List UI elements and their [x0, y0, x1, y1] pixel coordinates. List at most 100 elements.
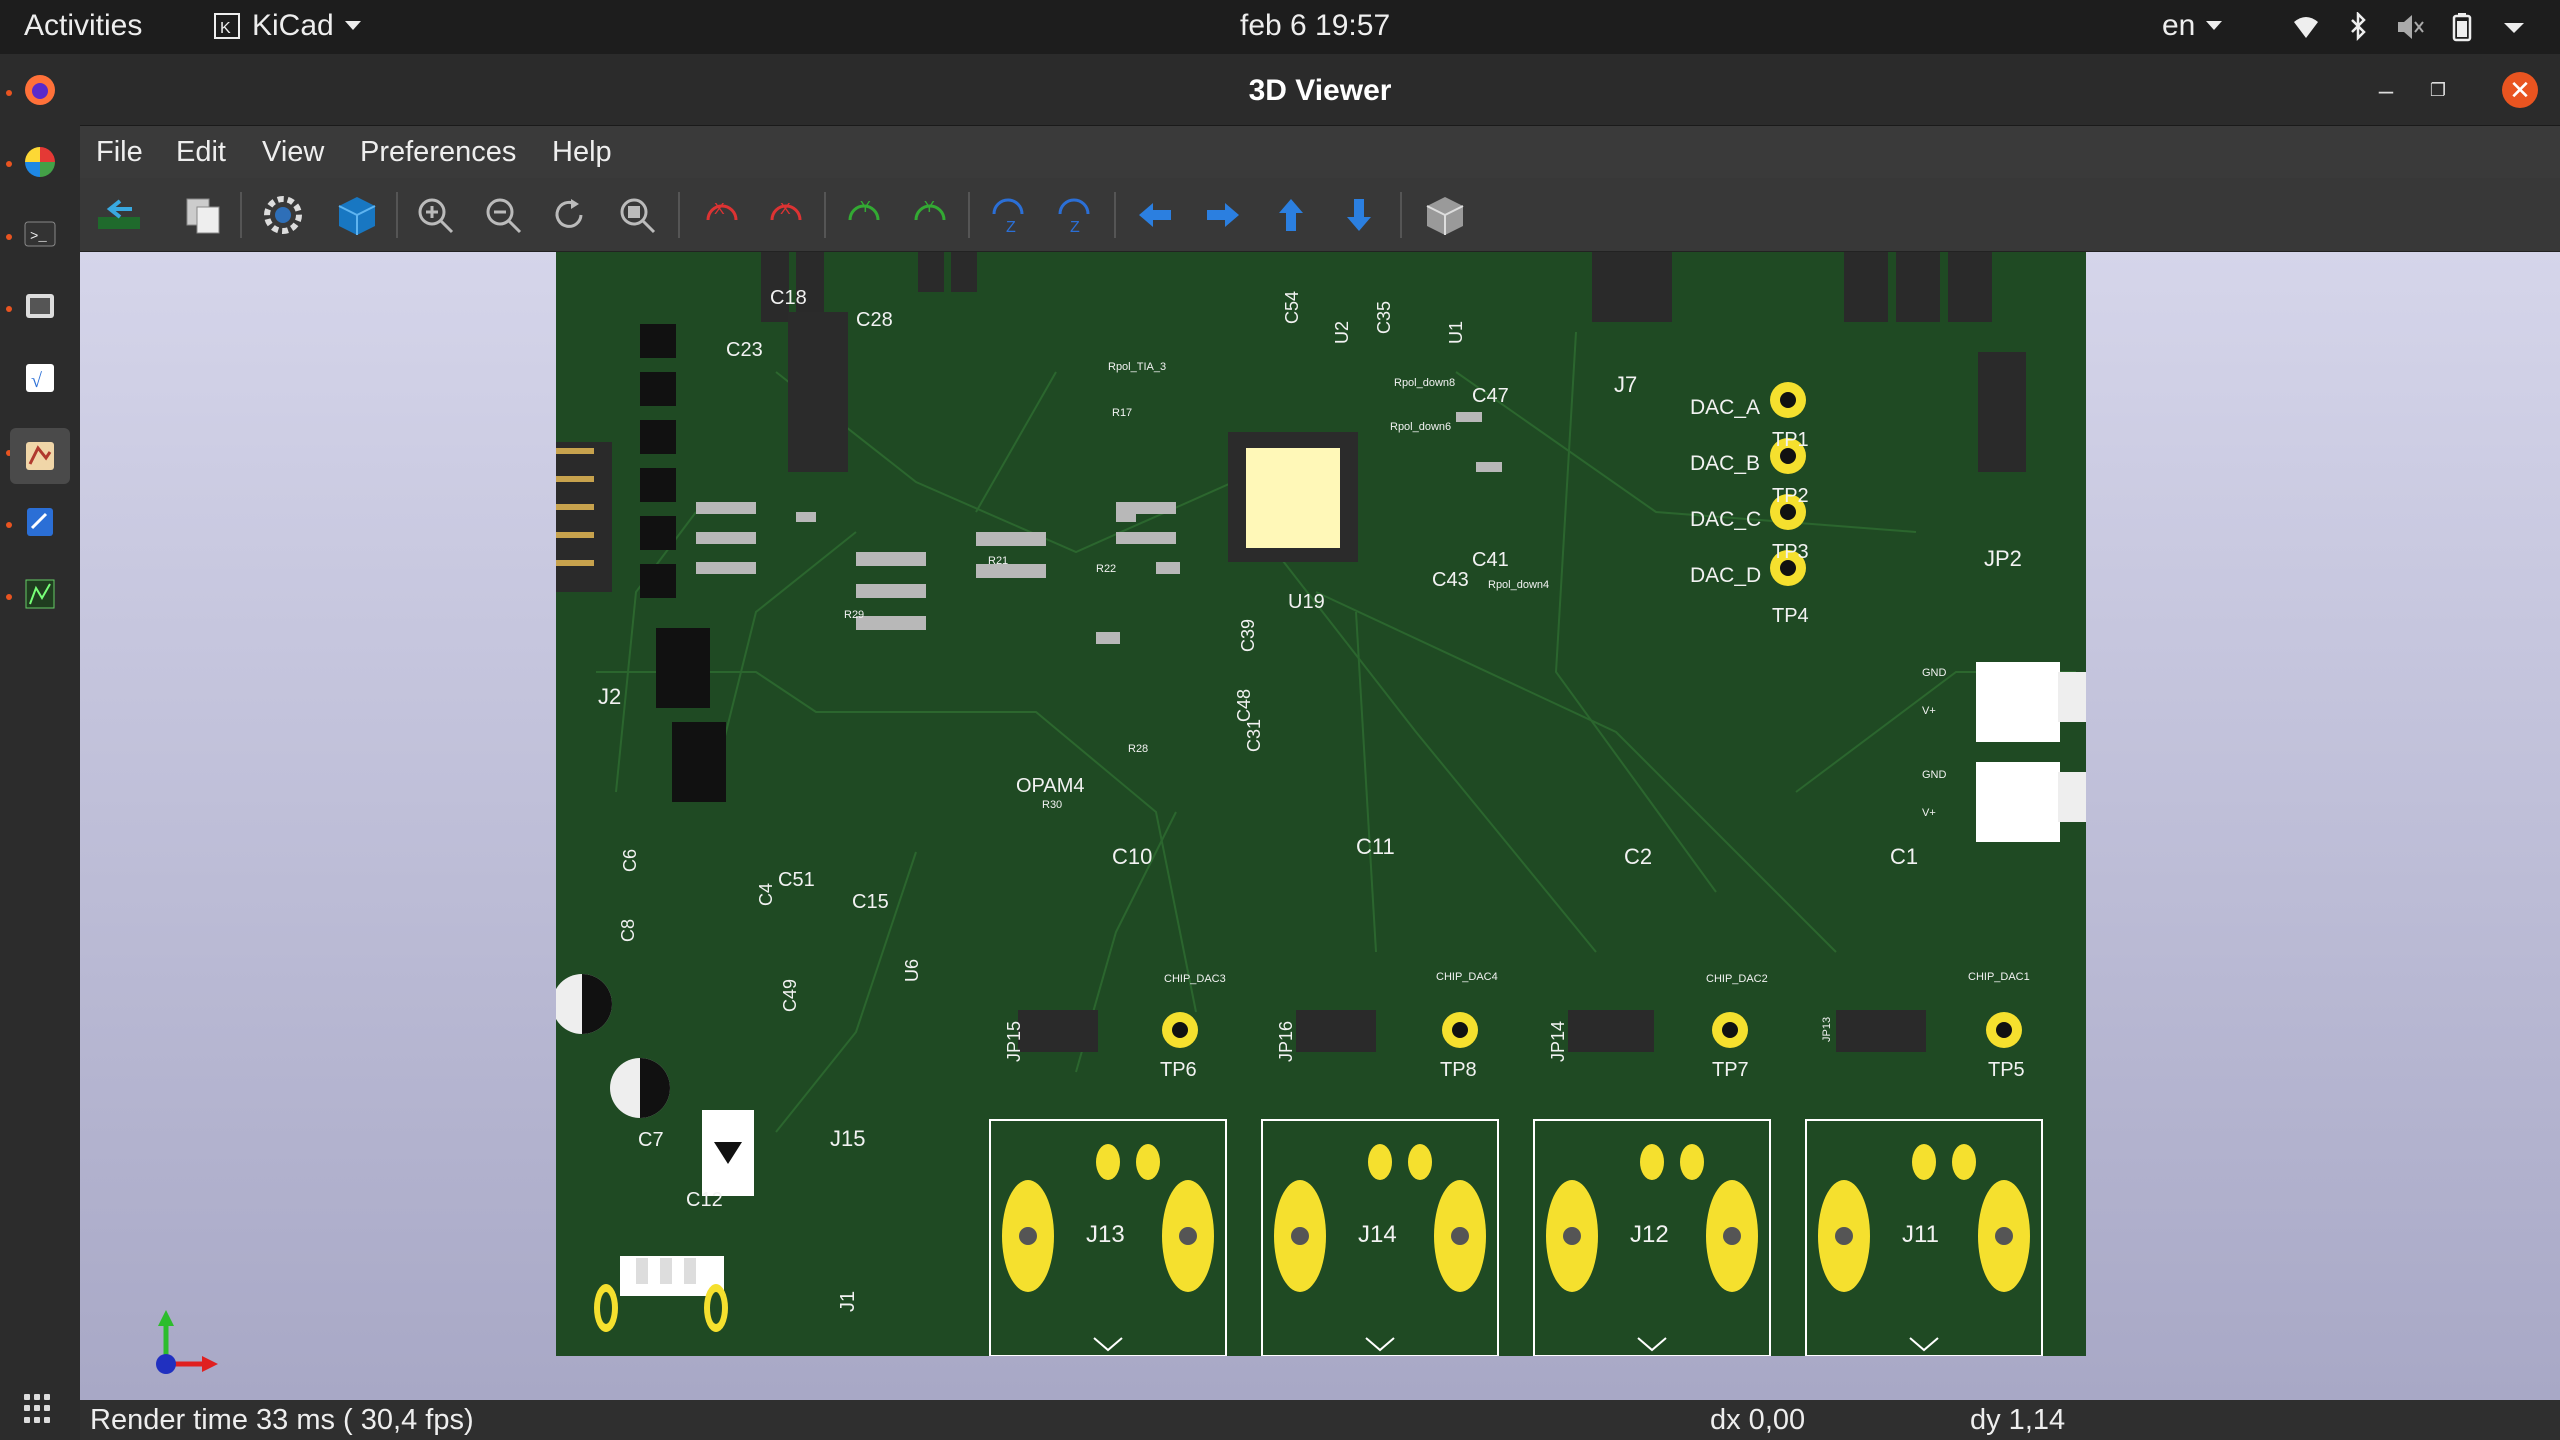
move-down-button[interactable]	[1334, 190, 1384, 240]
3d-canvas[interactable]: J2 J7 JP2 J15 J1 J13 J14 J12 J11 TP1 TP2…	[80, 252, 2560, 1400]
activities-button[interactable]: Activities	[24, 9, 142, 43]
menu-edit[interactable]: Edit	[176, 136, 226, 169]
clock[interactable]: feb 6 19:57	[1240, 9, 1390, 43]
system-tray[interactable]	[2292, 12, 2528, 42]
running-indicator	[6, 90, 12, 96]
rotate-x-cw-button[interactable]: X	[698, 190, 748, 240]
terminal-icon[interactable]: >_	[18, 212, 62, 256]
battery-icon	[2452, 13, 2472, 42]
label-u6: U6	[902, 959, 922, 982]
raytracing-button[interactable]	[332, 190, 382, 240]
reload-board-button[interactable]	[94, 190, 144, 240]
toolbar-separator	[240, 192, 242, 238]
label-c28: C28	[856, 309, 893, 331]
menu-view[interactable]: View	[262, 136, 324, 169]
rotate-y-cw-button[interactable]: Y	[840, 190, 890, 240]
move-up-button[interactable]	[1266, 190, 1316, 240]
rotate-x-ccw-button[interactable]: X	[760, 190, 810, 240]
copy-icon	[186, 198, 220, 234]
label-j7: J7	[1614, 372, 1637, 397]
move-right-button[interactable]	[1198, 190, 1248, 240]
app-menu-label: KiCad	[252, 9, 334, 42]
close-button[interactable]: ✕	[2502, 72, 2538, 108]
label-tp3: TP3	[1772, 541, 1809, 563]
rotate-z-ccw-icon: Z	[1058, 198, 1090, 236]
arrow-up-icon	[1279, 199, 1303, 231]
label-c6: C6	[620, 849, 640, 872]
kicad-pcb-icon[interactable]	[10, 428, 70, 484]
label-dac-d: DAC_D	[1690, 564, 1761, 587]
label-c18: C18	[770, 287, 807, 309]
minimize-button[interactable]: –	[2368, 72, 2404, 108]
arrow-right-icon	[1207, 203, 1239, 227]
language-selector[interactable]: en	[2162, 9, 2223, 43]
gerber-viewer-icon[interactable]	[18, 572, 62, 616]
label-opam4: OPAM4	[1016, 775, 1085, 797]
toggle-orthographic-button[interactable]	[1420, 190, 1470, 240]
label-c1: C1	[1890, 844, 1918, 869]
firefox-icon[interactable]	[18, 68, 62, 112]
title-bar[interactable]: 3D Viewer – ❐ ✕	[80, 54, 2560, 126]
reload-board-icon	[98, 199, 140, 229]
menu-preferences[interactable]: Preferences	[360, 136, 516, 169]
label-c23: C23	[726, 339, 763, 361]
svg-text:K: K	[220, 20, 231, 37]
label-c51: C51	[778, 869, 815, 891]
toolbar-separator	[396, 192, 398, 238]
zoom-fit-button[interactable]	[612, 190, 662, 240]
label-tp2: TP2	[1772, 485, 1809, 507]
move-left-button[interactable]	[1130, 190, 1180, 240]
redraw-button[interactable]	[544, 190, 594, 240]
running-indicator	[6, 594, 12, 600]
label-rpol-tia-3: Rpol_TIA_3	[1108, 361, 1166, 373]
label-c39: C39	[1238, 619, 1258, 652]
label-j1: J1	[837, 1291, 859, 1312]
label-vplus-2: V+	[1922, 807, 1936, 819]
color-picker-icon[interactable]	[18, 140, 62, 184]
file-manager-icon[interactable]	[18, 284, 62, 328]
label-c7: C7	[638, 1129, 664, 1151]
label-rpol-down6: Rpol_down6	[1390, 421, 1451, 433]
ortho-cube-icon	[1426, 197, 1464, 235]
dx-readout: dx 0,00	[1710, 1404, 1806, 1436]
label-j13: J13	[1086, 1221, 1125, 1248]
copy-image-button[interactable]	[178, 190, 228, 240]
math-app-icon[interactable]: √	[18, 356, 62, 400]
toolbar-separator	[824, 192, 826, 238]
chevron-down-icon	[2206, 21, 2223, 30]
label-r30: R30	[1042, 799, 1062, 811]
arrow-left-icon	[1139, 203, 1171, 227]
label-tp1: TP1	[1772, 429, 1809, 451]
zoom-in-button[interactable]	[410, 190, 460, 240]
label-r28: R28	[1128, 743, 1148, 755]
toolbar-separator	[968, 192, 970, 238]
rotate-y-ccw-button[interactable]: Y	[904, 190, 954, 240]
maximize-button[interactable]: ❐	[2420, 72, 2456, 108]
svg-text:X: X	[780, 201, 791, 218]
arrow-down-icon	[1347, 199, 1371, 231]
zoom-in-icon	[418, 198, 454, 234]
chevron-down-icon	[344, 21, 361, 30]
rotate-z-ccw-button[interactable]: Z	[1048, 190, 1098, 240]
display-options-button[interactable]	[258, 190, 308, 240]
language-label: en	[2162, 9, 2196, 42]
status-bar: Render time 33 ms ( 30,4 fps) dx 0,00 dy…	[80, 1400, 2560, 1440]
refresh-icon	[555, 199, 583, 228]
label-jp13: JP13	[1821, 1017, 1833, 1042]
running-indicator	[6, 306, 12, 312]
label-dac-b: DAC_B	[1690, 452, 1760, 475]
label-chip-dac3: CHIP_DAC3	[1164, 973, 1226, 985]
rotate-z-cw-button[interactable]: Z	[984, 190, 1034, 240]
menu-help[interactable]: Help	[552, 136, 612, 169]
label-c8: C8	[618, 919, 638, 942]
show-apps-icon[interactable]	[24, 1394, 54, 1424]
text-editor-icon[interactable]	[18, 500, 62, 544]
label-c4: C4	[756, 883, 776, 906]
zoom-out-button[interactable]	[478, 190, 528, 240]
app-menu[interactable]: K KiCad	[212, 9, 362, 43]
label-gnd-1: GND	[1922, 667, 1947, 679]
label-tp4: TP4	[1772, 605, 1809, 627]
menu-file[interactable]: File	[96, 136, 143, 169]
label-c41: C41	[1472, 549, 1509, 571]
label-c54: C54	[1282, 291, 1302, 324]
